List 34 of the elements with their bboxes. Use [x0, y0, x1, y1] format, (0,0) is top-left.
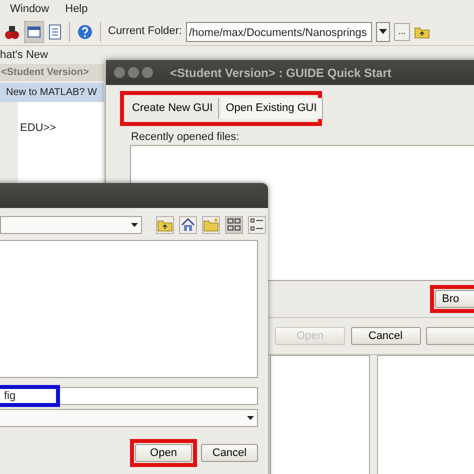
document-icon[interactable]: [48, 24, 62, 40]
menu-item[interactable]: Window: [10, 0, 50, 18]
window-button[interactable]: [114, 67, 125, 78]
menu-item[interactable]: Help: [65, 0, 88, 18]
field-value: fig: [4, 388, 16, 404]
window-button[interactable]: [142, 67, 153, 78]
file-name-field[interactable]: fig: [0, 387, 258, 405]
list-label: Recently opened files:: [130, 130, 240, 144]
new-folder-icon[interactable]: [202, 216, 220, 234]
tab[interactable]: Create New GUI: [127, 98, 219, 118]
caret-icon: [378, 29, 387, 34]
icon-view-icon[interactable]: [225, 216, 243, 234]
banner-message: New to MATLAB? W: [6, 87, 97, 98]
browse-button[interactable]: Bro: [435, 290, 474, 308]
window-icon[interactable]: [24, 20, 44, 42]
list-view-icon[interactable]: [248, 216, 266, 234]
home-icon[interactable]: [179, 216, 197, 234]
open-button[interactable]: Open: [135, 444, 192, 462]
dialog-button[interactable]: Cancel: [350, 327, 420, 345]
folder-up-icon[interactable]: [156, 216, 174, 234]
dropdown-button[interactable]: [376, 22, 390, 42]
current-folder-label: Current Folder:: [108, 24, 182, 40]
browse-button[interactable]: ...: [394, 22, 410, 40]
window-button[interactable]: [128, 67, 139, 78]
caret-icon: [247, 416, 254, 420]
current-folder-field[interactable]: /home/max/Documents/Nanosprings: [186, 22, 372, 42]
cancel-button[interactable]: Cancel: [201, 444, 258, 462]
tab[interactable]: Open Existing GUI: [220, 98, 323, 118]
help-icon[interactable]: [77, 24, 93, 40]
command-prompt: EDU>>: [20, 122, 56, 134]
caret-icon: [131, 223, 138, 227]
shortcut-link[interactable]: hat's New: [0, 49, 48, 61]
panel-title: <Student Version>: [0, 64, 104, 81]
window-title: <Student Version> : GUIDE Quick Start: [170, 64, 392, 82]
